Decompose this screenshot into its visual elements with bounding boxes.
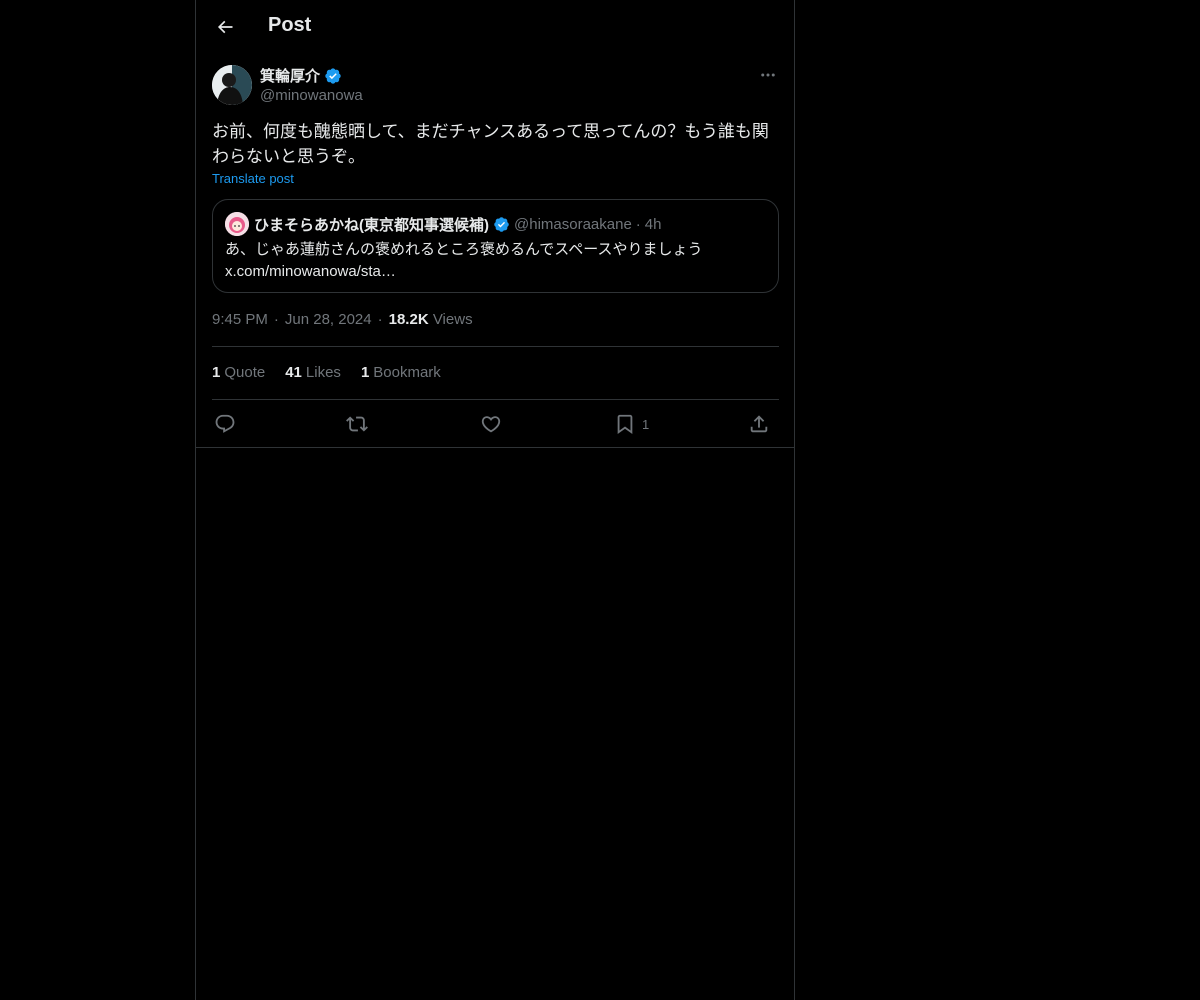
bookmark-count: 1 (642, 416, 650, 432)
reply-icon (214, 413, 236, 435)
bookmark-button[interactable]: 1 (614, 408, 649, 440)
quote-link: x.com/minowanowa/sta… (225, 263, 396, 280)
quote-separator: · (635, 216, 641, 233)
bookmark-icon (614, 413, 636, 435)
quotes-label: Quote (224, 364, 266, 381)
post-time[interactable]: 9:45 PM (212, 311, 268, 328)
divider (212, 399, 779, 400)
author-name[interactable]: 箕輪厚介 (260, 65, 320, 86)
divider (212, 346, 779, 347)
repost-icon (346, 413, 368, 435)
meta-separator: · (273, 311, 279, 328)
views-count: 18.2K (388, 311, 429, 328)
back-button[interactable] (208, 10, 242, 44)
more-button[interactable] (752, 62, 784, 88)
meta-separator: · (377, 311, 383, 328)
quotes-stat[interactable]: 1 Quote (212, 364, 265, 381)
author-handle[interactable]: @minowanowa (260, 87, 363, 104)
more-horizontal-icon (759, 66, 777, 84)
quotes-count: 1 (212, 364, 221, 381)
likes-stat[interactable]: 41 Likes (285, 364, 341, 381)
action-bar: 1 (212, 408, 779, 440)
arrow-left-icon (215, 17, 235, 37)
quote-timestamp: 4h (644, 216, 662, 233)
post-column: Post 箕輪厚介 @minowanowa お前、何度も醜態晒して、まだチャンス… (195, 0, 795, 1000)
post-date[interactable]: Jun 28, 2024 (285, 311, 372, 328)
heart-icon (480, 413, 502, 435)
reply-button[interactable] (214, 408, 236, 440)
header: Post (196, 0, 794, 54)
post-meta: 9:45 PM · Jun 28, 2024 · 18.2K Views (212, 311, 473, 328)
quote-author-handle: @himasoraakane (514, 216, 632, 233)
divider (196, 447, 794, 448)
quote-header: ひまそらあかね(東京都知事選候補) @himasoraakane · 4h (254, 214, 661, 235)
quoted-post-card[interactable]: ひまそらあかね(東京都知事選候補) @himasoraakane · 4h あ、… (212, 199, 779, 293)
author-name-row[interactable]: 箕輪厚介 (260, 65, 342, 86)
likes-count: 41 (285, 364, 302, 381)
post-text: お前、何度も醜態晒して、まだチャンスあるって思ってんの？もう誰も関わらないと思う… (212, 122, 769, 166)
page-title: Post (268, 14, 312, 36)
verified-badge-icon (324, 67, 342, 85)
repost-button[interactable] (346, 408, 368, 440)
likes-label: Likes (305, 364, 341, 381)
quote-avatar (225, 212, 249, 236)
like-button[interactable] (480, 408, 502, 440)
bookmarks-label: Bookmark (373, 364, 441, 381)
quote-author-name: ひまそらあかね(東京都知事選候補) (254, 217, 489, 234)
translate-post-link[interactable]: Translate post (212, 171, 294, 186)
bookmarks-count: 1 (360, 364, 370, 381)
quote-text-line: あ、じゃあ蓮舫さんの褒めれるところ褒めるんでスペースやりましょう (225, 241, 703, 258)
share-icon (748, 413, 770, 435)
share-button[interactable] (748, 408, 770, 440)
views-label: Views (432, 311, 473, 328)
quote-text: あ、じゃあ蓮舫さんの褒めれるところ褒めるんでスペースやりましょう x.com/m… (225, 239, 765, 283)
verified-badge-icon (493, 216, 510, 233)
bookmarks-stat[interactable]: 1 Bookmark (361, 364, 441, 381)
post-stats: 1 Quote 41 Likes 1 Bookmark (212, 364, 441, 381)
author-avatar[interactable] (212, 65, 252, 105)
